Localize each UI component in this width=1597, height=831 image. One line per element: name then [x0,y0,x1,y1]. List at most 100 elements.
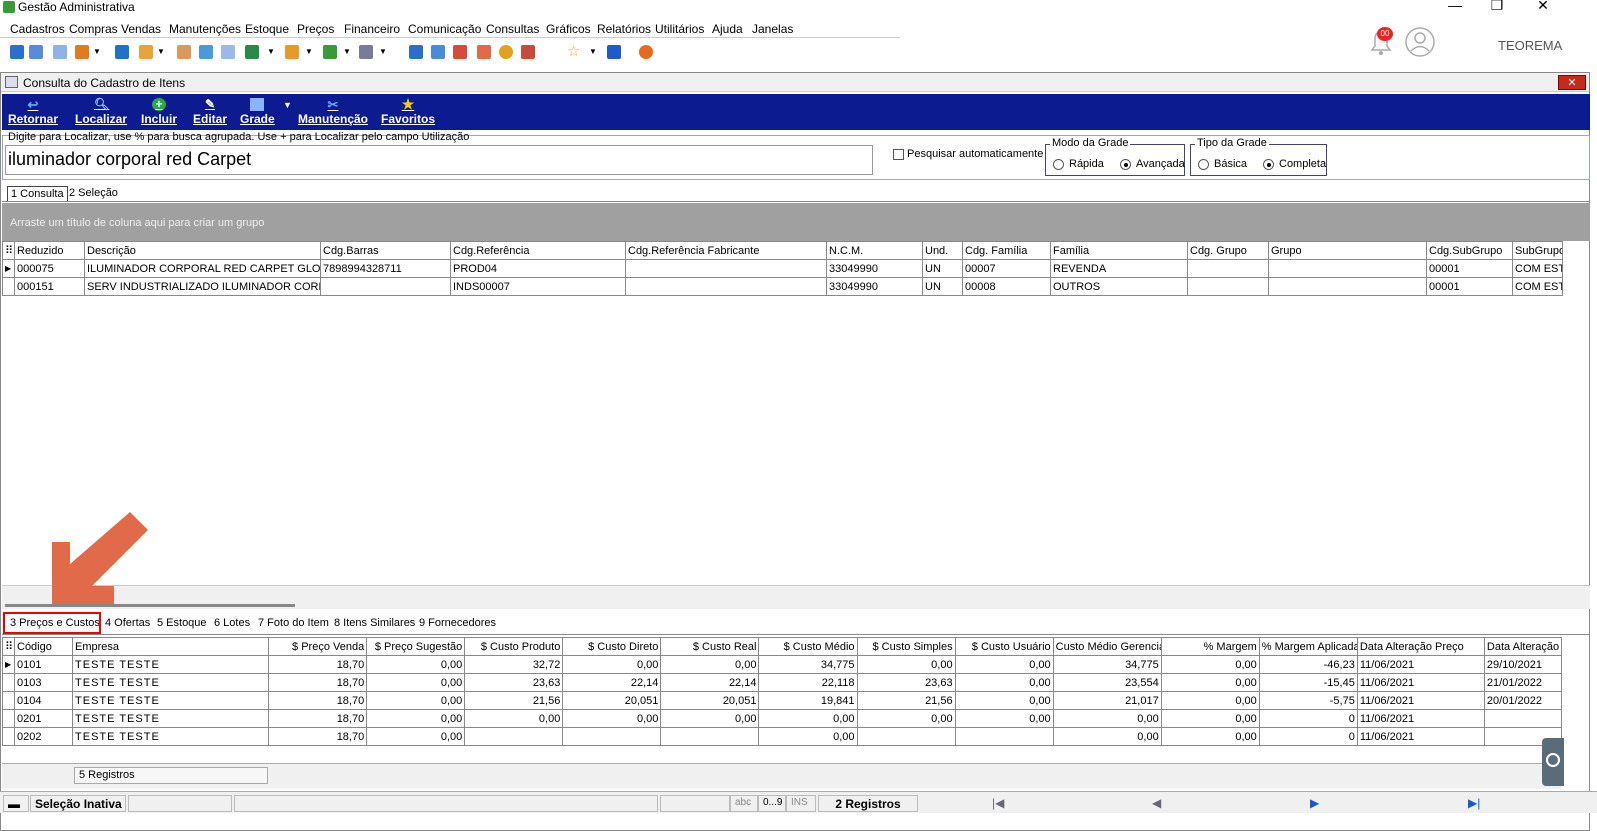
table-cell[interactable]: 0,00 [562,709,662,728]
table-cell[interactable]: 18,70 [268,655,368,674]
column-header[interactable]: $ Custo Produto [464,637,564,656]
column-header[interactable]: $ Preço Sugestão [366,637,466,656]
table-cell[interactable]: OUTROS [1050,277,1188,296]
star-icon[interactable]: ☆ [567,42,580,60]
table-cell[interactable]: 11/06/2021 [1356,727,1485,746]
table-cell[interactable]: 0,00 [1160,673,1260,692]
minimize-button[interactable]: — [1440,0,1470,13]
table-cell[interactable]: 0202 [13,727,74,746]
table-cell[interactable]: 0,00 [562,655,662,674]
table-cell[interactable]: 21/01/2022 [1483,673,1563,692]
table-cell[interactable] [464,727,564,746]
table-cell[interactable]: 0,00 [366,727,466,746]
toolbar-window-icon[interactable] [607,45,621,59]
return-button[interactable]: ↩ Retornar [8,98,58,126]
table-row[interactable]: 0202 TESTE TESTE 18,70 0,00 0,00 0,00 0,00 0 11/… [2,727,1563,746]
table-cell[interactable]: 33049990 [826,277,923,296]
table-cell[interactable]: 22,118 [758,673,858,692]
table-cell[interactable] [1483,709,1563,728]
table-cell[interactable] [562,727,662,746]
toolbar-box-icon[interactable] [285,45,299,59]
column-header[interactable]: N.C.M. [826,241,923,260]
toolbar-user-icon[interactable] [177,45,191,59]
row-indicator-header[interactable]: ⠿ [2,241,15,260]
table-cell[interactable]: 000075 [14,259,85,278]
chevron-down-icon[interactable]: ▼ [157,47,165,56]
toolbar-calendar-icon[interactable] [453,45,467,59]
table-cell[interactable] [625,277,827,296]
table-cell[interactable]: -46,23 [1258,655,1358,674]
table-cell[interactable]: 32,72 [464,655,564,674]
toolbar-screen-icon[interactable] [409,45,423,59]
table-cell[interactable]: 29/10/2021 [1483,655,1563,674]
horizontal-scrollbar[interactable] [2,585,1590,609]
column-header[interactable]: Und. [922,241,963,260]
table-cell[interactable]: 0,00 [856,709,956,728]
table-row[interactable]: 0104 TESTE TESTE 18,70 0,00 21,56 20,051 20,05… [2,691,1563,710]
previous-record-icon[interactable]: ◀ [1152,796,1161,810]
table-cell[interactable]: 0,00 [954,709,1054,728]
table-cell[interactable]: REVENDA [1050,259,1188,278]
table-cell[interactable] [320,277,451,296]
power-icon[interactable] [639,45,653,59]
column-header[interactable]: Grupo [1268,241,1427,260]
grid-mode-advanced-radio[interactable] [1120,159,1131,170]
menu-cadastros[interactable]: Cadastros [10,22,65,36]
favorites-button[interactable]: ★ Favoritos [381,97,435,126]
menu-estoque[interactable]: Estoque [245,22,289,36]
toolbar-form-icon[interactable] [221,45,235,59]
table-cell[interactable]: 23,63 [464,673,564,692]
maintenance-button[interactable]: ✂ Manutenção [298,98,368,126]
toolbar-report-icon[interactable] [521,45,535,59]
table-cell[interactable]: 33049990 [826,259,923,278]
column-header[interactable]: Data Alteração [1483,637,1563,656]
table-cell[interactable]: 0,00 [1160,727,1260,746]
table-cell[interactable]: 0,00 [954,673,1054,692]
table-cell[interactable] [660,727,760,746]
chevron-down-icon[interactable]: ▼ [379,47,387,56]
column-header[interactable]: Família [1050,241,1188,260]
restore-button[interactable]: ❐ [1482,0,1512,14]
table-cell[interactable]: 21,017 [1052,691,1162,710]
toolbar-truck-icon[interactable] [323,45,337,59]
first-record-icon[interactable]: |◀ [992,796,1004,810]
include-button[interactable]: + Incluir [141,98,177,127]
user-avatar[interactable] [1404,26,1436,61]
table-cell[interactable]: PROD04 [450,259,626,278]
table-cell[interactable]: 0,00 [758,727,858,746]
table-cell[interactable]: TESTE TESTE [72,709,270,728]
last-record-icon[interactable]: ▶| [1468,796,1480,810]
chevron-down-icon[interactable]: ▼ [589,47,597,56]
table-cell[interactable]: 0,00 [464,709,564,728]
toolbar-folder-icon[interactable] [139,45,153,59]
table-cell[interactable]: 0,00 [660,709,760,728]
table-cell[interactable]: 7898994328711 [320,259,451,278]
table-cell[interactable]: TESTE TESTE [72,691,270,710]
table-cell[interactable]: TESTE TESTE [72,673,270,692]
tab-bottom-6[interactable]: 6 Lotes [214,617,250,629]
grid-mode-fast-radio[interactable] [1053,159,1064,170]
table-cell[interactable] [1187,277,1269,296]
table-cell[interactable]: TESTE TESTE [72,655,270,674]
tab-bottom-5[interactable]: 5 Estoque [157,617,207,629]
table-cell[interactable]: 22,14 [562,673,662,692]
close-button[interactable]: ✕ [1528,0,1558,14]
table-cell[interactable]: 0,00 [366,691,466,710]
tab-selecao[interactable]: 2 Seleção [69,187,118,199]
table-row[interactable]: ▶ 0101 TESTE TESTE 18,70 0,00 32,72 0,00 0,00 34… [2,655,1563,674]
toolbar-calculator-icon[interactable] [431,45,445,59]
table-cell[interactable]: 18,70 [268,673,368,692]
table-cell[interactable]: 21,56 [464,691,564,710]
table-cell[interactable]: 0,00 [366,655,466,674]
table-cell[interactable]: 18,70 [268,727,368,746]
grid-type-complete-radio[interactable] [1263,159,1274,170]
tab-bottom-7[interactable]: 7 Foto do Item [258,617,329,629]
table-cell[interactable]: 0,00 [1160,655,1260,674]
table-row[interactable]: 0103 TESTE TESTE 18,70 0,00 23,63 22,14 22,14 2… [2,673,1563,692]
table-cell[interactable]: 20/01/2022 [1483,691,1563,710]
row-indicator-header[interactable]: ⠿ [2,637,15,656]
column-header[interactable]: Cdg.Referência Fabricante [625,241,827,260]
table-cell[interactable]: 20,051 [562,691,662,710]
table-cell[interactable]: 0,00 [366,673,466,692]
toolbar-clients-icon[interactable] [10,45,24,59]
